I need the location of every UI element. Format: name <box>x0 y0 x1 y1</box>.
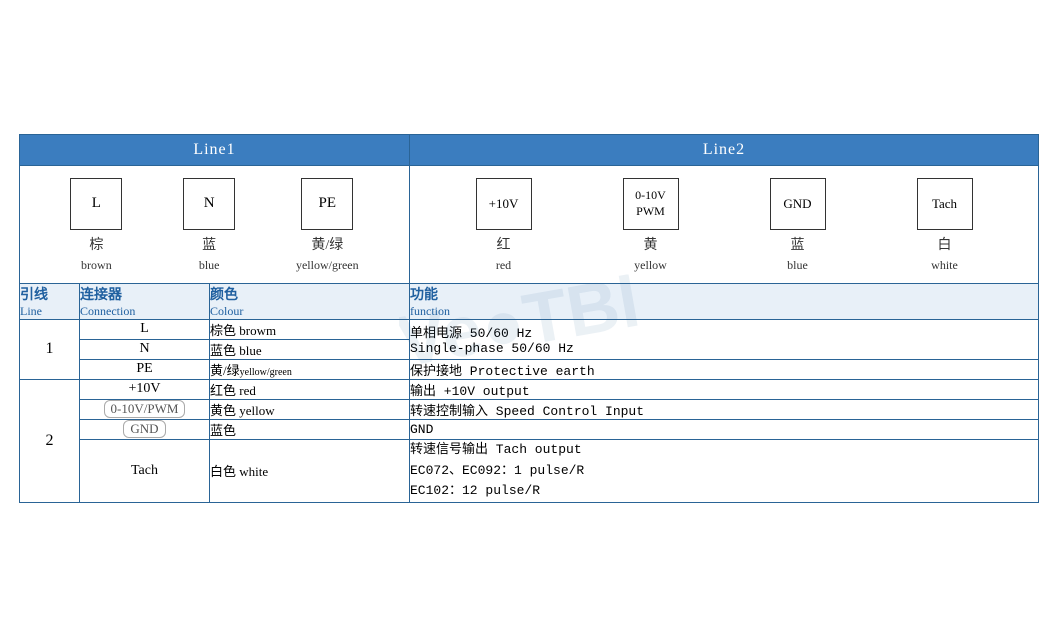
line2-connector-GND: GND 蓝 blue <box>770 178 826 273</box>
conn-tach: Tach <box>80 439 210 502</box>
conn-pwm-box: 0-10V/PWM <box>104 400 186 418</box>
diagram-row: L 棕 brown N 蓝 blue PE 黄/绿 yellow/gre <box>20 165 1039 283</box>
label-cn-Tach: 白 <box>938 234 952 254</box>
func-L-N: 单相电源 50/60 HzSingle-phase 50/60 Hz <box>410 319 1039 359</box>
main-wrapper: Ve●TBl Line1 Line2 L 棕 brown <box>19 134 1039 503</box>
outer-table: Line1 Line2 L 棕 brown N 蓝 <box>19 134 1039 503</box>
label-en-N: blue <box>199 258 220 273</box>
header-row: Line1 Line2 <box>20 134 1039 165</box>
conn-N: N <box>80 339 210 359</box>
label-cn-PE: 黄/绿 <box>311 234 343 254</box>
func-plus10V: 输出 +10V output <box>410 379 1039 399</box>
line2-header: Line2 <box>410 134 1039 165</box>
line1-connector-N: N 蓝 blue <box>183 178 235 273</box>
line2-connector-Tach: Tach 白 white <box>917 178 973 273</box>
line1-connector-PE: PE 黄/绿 yellow/green <box>296 178 359 273</box>
line2-diagram-cell: +10V 红 red 0-10VPWM 黄 yellow GND 蓝 b <box>410 165 1039 283</box>
connector-box-N: N <box>183 178 235 230</box>
line1-connector-L: L 棕 brown <box>70 178 122 273</box>
label-cn-L: 棕 <box>89 234 103 254</box>
line1-diagram-inner: L 棕 brown N 蓝 blue PE 黄/绿 yellow/gre <box>20 178 409 273</box>
colour-tach: 白色 white <box>210 439 410 502</box>
colour-L: 棕色 browm <box>210 319 410 339</box>
col-function: 功能 function <box>410 283 1039 319</box>
line2-connector-PWM: 0-10VPWM 黄 yellow <box>623 178 679 273</box>
label-cn-PWM: 黄 <box>644 234 658 254</box>
table-row: 1 L 棕色 browm 单相电源 50/60 HzSingle-phase 5… <box>20 319 1039 339</box>
func-tach: 转速信号输出 Tach output EC072、EC092：1 pulse/R… <box>410 439 1039 502</box>
func-gnd: GND <box>410 419 1039 439</box>
table-row: 2 +10V 红色 red 输出 +10V output <box>20 379 1039 399</box>
column-headers-row: 引线 Line 连接器 Connection 颜色 Colour 功能 func… <box>20 283 1039 319</box>
conn-gnd: GND <box>80 419 210 439</box>
label-cn-GND: 蓝 <box>791 234 805 254</box>
table-row: 0-10V/PWM 黄色 yellow 转速控制输入 Speed Control… <box>20 399 1039 419</box>
func-pwm: 转速控制输入 Speed Control Input <box>410 399 1039 419</box>
colour-PE: 黄/绿yellow/green <box>210 359 410 379</box>
colour-plus10V: 红色 red <box>210 379 410 399</box>
line1-num: 1 <box>20 319 80 379</box>
connector-box-L: L <box>70 178 122 230</box>
connector-box-PWM: 0-10VPWM <box>623 178 679 230</box>
conn-pwm: 0-10V/PWM <box>80 399 210 419</box>
label-en-Tach: white <box>931 258 958 273</box>
col-colour: 颜色 Colour <box>210 283 410 319</box>
colour-pwm: 黄色 yellow <box>210 399 410 419</box>
conn-plus10V: +10V <box>80 379 210 399</box>
label-en-PWM: yellow <box>634 258 667 273</box>
line1-header: Line1 <box>20 134 410 165</box>
table-row: Tach 白色 white 转速信号输出 Tach output EC072、E… <box>20 439 1039 502</box>
col-line: 引线 Line <box>20 283 80 319</box>
line2-diagram-inner: +10V 红 red 0-10VPWM 黄 yellow GND 蓝 b <box>410 178 1038 273</box>
col-connection: 连接器 Connection <box>80 283 210 319</box>
label-en-L: brown <box>81 258 112 273</box>
label-cn-N: 蓝 <box>202 234 216 254</box>
colour-N: 蓝色 blue <box>210 339 410 359</box>
label-en-10V: red <box>496 258 511 273</box>
connector-box-GND: GND <box>770 178 826 230</box>
connector-box-10V: +10V <box>476 178 532 230</box>
label-cn-10V: 红 <box>497 234 511 254</box>
conn-L: L <box>80 319 210 339</box>
table-row: PE 黄/绿yellow/green 保护接地 Protective earth <box>20 359 1039 379</box>
conn-PE: PE <box>80 359 210 379</box>
colour-gnd: 蓝色 <box>210 419 410 439</box>
conn-gnd-box: GND <box>123 420 165 438</box>
line2-num: 2 <box>20 379 80 502</box>
func-PE: 保护接地 Protective earth <box>410 359 1039 379</box>
connector-box-PE: PE <box>301 178 353 230</box>
line2-connector-10V: +10V 红 red <box>476 178 532 273</box>
table-row: GND 蓝色 GND <box>20 419 1039 439</box>
label-en-PE: yellow/green <box>296 258 359 273</box>
connector-box-Tach: Tach <box>917 178 973 230</box>
label-en-GND: blue <box>787 258 808 273</box>
line1-diagram-cell: L 棕 brown N 蓝 blue PE 黄/绿 yellow/gre <box>20 165 410 283</box>
